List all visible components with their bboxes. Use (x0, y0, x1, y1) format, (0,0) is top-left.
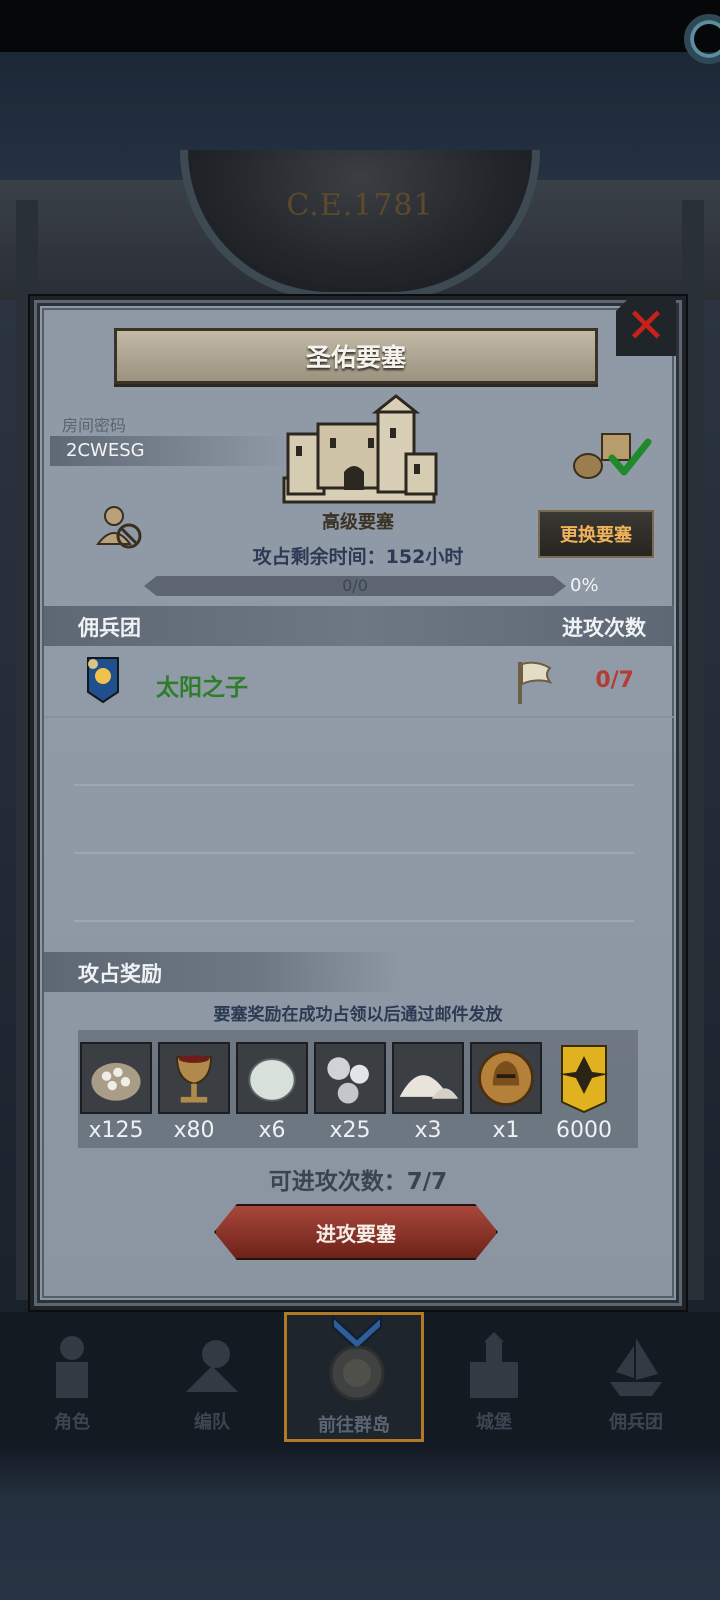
salt-icon[interactable] (392, 1042, 464, 1114)
castle-icon (470, 1332, 518, 1398)
empty-row-divider (74, 852, 634, 854)
mercenary-row[interactable]: 太阳之子 0/7 (44, 652, 674, 718)
formation-icon (186, 1340, 238, 1392)
nav-label: 城堡 (476, 1412, 512, 1433)
nav-label: 角色 (54, 1412, 90, 1433)
change-fortress-label: 更换要塞 (560, 525, 632, 546)
attack-fortress-button[interactable]: 进攻要塞 (214, 1204, 498, 1260)
mercenary-header-bar: 佣兵团 进攻次数 (44, 606, 674, 646)
goblet-icon[interactable] (158, 1042, 230, 1114)
reward-qty: x1 (492, 1118, 520, 1143)
helmet-medal-icon[interactable] (470, 1042, 542, 1114)
reward-note: 要塞奖励在成功占领以后通过邮件发放 (213, 1005, 503, 1025)
nav-item-character[interactable]: 角色 (2, 1312, 142, 1442)
nav-label: 佣兵团 (609, 1412, 663, 1433)
silver-icon[interactable] (314, 1042, 386, 1114)
attacks-remaining: 可进攻次数：7/7 (268, 1169, 448, 1195)
close-button[interactable]: ✕ (616, 296, 676, 356)
reward-qty: x80 (173, 1118, 215, 1143)
mercenary-name: 太阳之子 (156, 675, 248, 701)
nav-item-mercenary[interactable]: 佣兵团 (566, 1312, 706, 1442)
attack-fortress-label: 进攻要塞 (316, 1221, 396, 1246)
knight-icon (56, 1336, 88, 1398)
reward-qty: x125 (88, 1118, 144, 1143)
fortress-dialog: ✕ 圣佑要塞 房间密码 2CWESG 高级要塞 攻占剩余时间：152小时 更换要… (30, 296, 686, 1310)
stone-icon[interactable] (236, 1042, 308, 1114)
era-year: C.E.1781 (286, 188, 434, 223)
empty-row-divider (74, 920, 634, 922)
nav-label: 前往群岛 (318, 1415, 390, 1436)
reward-qty: x25 (329, 1118, 371, 1143)
reward-qty: x6 (258, 1118, 286, 1143)
title-plate: 圣佑要塞 (114, 328, 598, 384)
empty-row-divider (74, 784, 634, 786)
reward-qty: 6000 (556, 1118, 612, 1143)
sun-banner-icon (87, 657, 119, 704)
supply-check-icon[interactable] (572, 428, 652, 480)
bottom-nav: 角色 编队 前往群岛 城堡 佣兵团 (0, 1312, 720, 1442)
dialog-title: 圣佑要塞 (305, 343, 406, 372)
attack-count-header: 进攻次数 (562, 616, 646, 640)
sack-icon[interactable] (80, 1042, 152, 1114)
close-icon: ✕ (625, 298, 667, 354)
white-flag-icon (518, 661, 553, 704)
mercenary-header: 佣兵团 (78, 616, 141, 640)
room-code: 2CWESG (66, 440, 145, 461)
reward-header-bar: 攻占奖励 (44, 952, 404, 992)
rank-badge-icon[interactable] (548, 1042, 620, 1114)
reward-header: 攻占奖励 (78, 962, 162, 986)
progress-percent: 0% (570, 575, 599, 596)
castle-icon (282, 394, 438, 504)
ship-icon (610, 1338, 662, 1396)
change-fortress-button[interactable]: 更换要塞 (538, 510, 654, 558)
nav-label: 编队 (194, 1412, 230, 1433)
nav-item-islands[interactable]: 前往群岛 (284, 1312, 424, 1442)
mercenary-attack-count: 0/7 (595, 668, 634, 693)
nav-item-castle[interactable]: 城堡 (424, 1312, 564, 1442)
no-entry-person-icon[interactable] (96, 504, 144, 550)
progress-text: 0/0 (342, 576, 368, 595)
compass-icon (329, 1345, 385, 1401)
nav-item-formation[interactable]: 编队 (142, 1312, 282, 1442)
reward-qty: x3 (414, 1118, 442, 1143)
room-label: 房间密码 (62, 416, 127, 435)
